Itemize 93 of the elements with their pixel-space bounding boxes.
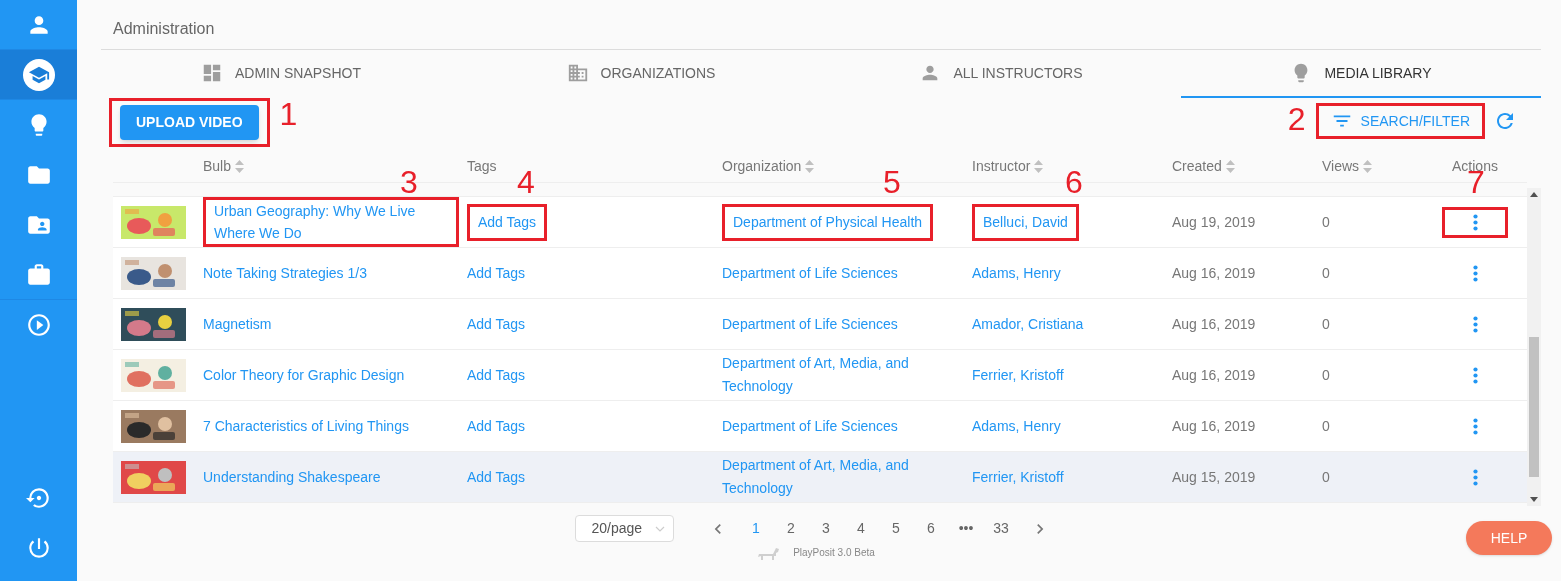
- created-date: Aug 16, 2019: [1172, 314, 1257, 334]
- help-button[interactable]: HELP: [1466, 521, 1552, 555]
- page-number[interactable]: •••: [951, 518, 981, 539]
- organization-link[interactable]: Department of Art, Media, and Technology: [722, 454, 922, 500]
- created-date: Aug 19, 2019: [1172, 212, 1257, 232]
- scroll-up-arrow-icon[interactable]: [1530, 192, 1538, 197]
- callout-number: 2: [1287, 103, 1306, 135]
- video-title-link[interactable]: Note Taking Strategies 1/3: [203, 262, 443, 284]
- add-tags-link[interactable]: Add Tags: [478, 210, 537, 234]
- callout-number: 1: [279, 98, 298, 130]
- organization-link[interactable]: Department of Art, Media, and Technology: [722, 352, 922, 398]
- table-row[interactable]: Urban Geography: Why We Live Where We Do Add Tags Department of Physical Health Belluci, David Aug 19, 2019 0: [113, 197, 1527, 248]
- view-count: 0: [1322, 212, 1331, 232]
- add-tags-link[interactable]: Add Tags: [467, 264, 526, 281]
- view-count: 0: [1322, 263, 1331, 283]
- video-title-link[interactable]: 7 Characteristics of Living Things: [203, 415, 443, 437]
- sidebar-item[interactable]: [0, 50, 77, 100]
- chevron-down-icon: [654, 525, 665, 532]
- vertical-dots-icon: [1472, 417, 1478, 435]
- graduation-cap-icon: [22, 58, 55, 91]
- building-icon: [566, 62, 589, 84]
- instructor-link[interactable]: Adams, Henry: [972, 264, 1061, 281]
- page-number[interactable]: 1: [741, 518, 771, 539]
- organization-link[interactable]: Department of Physical Health: [733, 210, 923, 234]
- table-row[interactable]: Magnetism Add Tags Department of Life Sciences Amador, Cristiana Aug 16, 2019 0: [113, 299, 1527, 350]
- sort-icon: [1363, 160, 1373, 173]
- dashboard-icon: [201, 62, 223, 84]
- video-title-link[interactable]: Urban Geography: Why We Live Where We Do: [214, 200, 448, 244]
- callout-number: 4: [517, 166, 535, 198]
- instructor-link[interactable]: Belluci, David: [983, 210, 1068, 234]
- video-title-link[interactable]: Understanding Shakespeare: [203, 466, 443, 488]
- page-number[interactable]: 2: [776, 518, 806, 539]
- created-date: Aug 16, 2019: [1172, 365, 1257, 385]
- tab[interactable]: ADMIN SNAPSHOT: [101, 50, 461, 98]
- instructor-link[interactable]: Ferrier, Kristoff: [972, 468, 1064, 485]
- instructor-link[interactable]: Ferrier, Kristoff: [972, 366, 1064, 383]
- scroll-down-arrow-icon[interactable]: [1530, 497, 1538, 502]
- video-title-link[interactable]: Color Theory for Graphic Design: [203, 364, 443, 386]
- column-header[interactable]: Bulb: [203, 156, 245, 177]
- column-header[interactable]: Views: [1322, 156, 1373, 177]
- tab[interactable]: ORGANIZATIONS: [461, 50, 821, 98]
- table-row[interactable]: Note Taking Strategies 1/3 Add Tags Department of Life Sciences Adams, Henry Aug 16, 2019 0: [113, 248, 1527, 299]
- page-number[interactable]: 4: [846, 518, 876, 539]
- view-count: 0: [1322, 314, 1331, 334]
- add-tags-link[interactable]: Add Tags: [467, 417, 526, 434]
- briefcase-icon: [25, 261, 52, 288]
- add-tags-link[interactable]: Add Tags: [467, 366, 526, 383]
- column-header: Tags: [467, 157, 497, 176]
- callout-number: 6: [1065, 166, 1083, 198]
- created-date: Aug 15, 2019: [1172, 467, 1257, 487]
- sort-icon: [1225, 160, 1235, 173]
- created-date: Aug 16, 2019: [1172, 263, 1257, 283]
- callout-number: 3: [400, 166, 418, 198]
- restore-icon: [25, 485, 52, 511]
- tab[interactable]: ALL INSTRUCTORS: [821, 50, 1181, 98]
- page-number[interactable]: 3: [811, 518, 841, 539]
- column-header[interactable]: Instructor: [972, 156, 1044, 177]
- sort-icon: [805, 160, 815, 173]
- add-tags-link[interactable]: Add Tags: [467, 468, 526, 485]
- search-filter-button[interactable]: SEARCH/FILTER: [1326, 110, 1474, 132]
- column-header[interactable]: Organization: [722, 156, 815, 177]
- table-row[interactable]: 7 Characteristics of Living Things Add Tags Department of Life Sciences Adams, Henry Aug 16, 2019 0: [113, 401, 1527, 452]
- created-date: Aug 16, 2019: [1172, 416, 1257, 436]
- table-row[interactable]: Color Theory for Graphic Design Add Tags Department of Art, Media, and Technology Ferrier, Kristoff Aug 16, 2019 0: [113, 350, 1527, 401]
- scrollbar[interactable]: [1527, 188, 1541, 506]
- view-count: 0: [1322, 467, 1331, 487]
- instructor-link[interactable]: Adams, Henry: [972, 417, 1061, 434]
- video-title-link[interactable]: Magnetism: [203, 313, 443, 335]
- column-header[interactable]: Created: [1172, 156, 1235, 177]
- page-number[interactable]: 33: [986, 518, 1016, 539]
- add-tags-link[interactable]: Add Tags: [467, 315, 526, 332]
- page-size-select[interactable]: 20/page: [574, 515, 674, 542]
- version-text: PlayPosit 3.0 Beta: [793, 545, 875, 560]
- table-row[interactable]: Understanding Shakespeare Add Tags Department of Art, Media, and Technology Ferrier, Kristoff Aug 15, 2019 0: [113, 452, 1527, 503]
- sort-icon: [235, 160, 245, 173]
- callout-number: 5: [883, 166, 901, 198]
- sort-icon: [1034, 160, 1044, 173]
- vertical-dots-icon: [1472, 315, 1478, 333]
- page-number[interactable]: 5: [881, 518, 911, 539]
- instructor-link[interactable]: Amador, Cristiana: [972, 315, 1084, 332]
- vertical-dots-icon: [1472, 264, 1478, 282]
- organization-link[interactable]: Department of Life Sciences: [722, 312, 922, 336]
- page-number[interactable]: 6: [916, 518, 946, 539]
- page-title: Administration: [113, 19, 216, 39]
- upload-video-button[interactable]: UPLOAD VIDEO: [120, 105, 259, 140]
- vertical-dots-icon: [1472, 468, 1478, 486]
- organization-link[interactable]: Department of Life Sciences: [722, 414, 922, 438]
- tab[interactable]: MEDIA LIBRARY: [1181, 50, 1541, 98]
- view-count: 0: [1322, 416, 1331, 436]
- vertical-dots-icon: [1472, 213, 1478, 231]
- view-count: 0: [1322, 365, 1331, 385]
- organization-link[interactable]: Department of Life Sciences: [722, 261, 922, 285]
- vertical-dots-icon: [1472, 366, 1478, 384]
